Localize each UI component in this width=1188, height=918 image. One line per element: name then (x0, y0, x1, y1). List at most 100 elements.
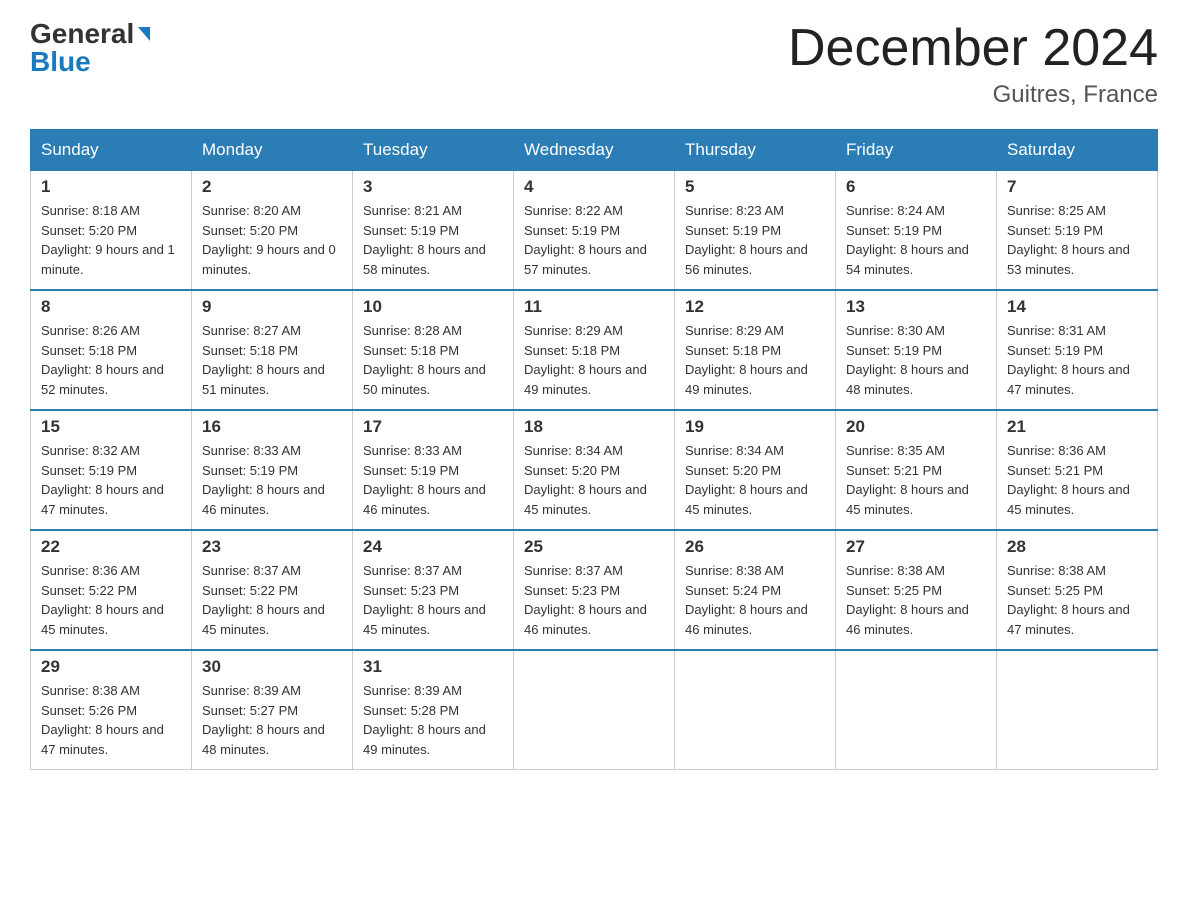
day-number: 31 (363, 657, 503, 677)
day-number: 1 (41, 177, 181, 197)
calendar-header: SundayMondayTuesdayWednesdayThursdayFrid… (31, 130, 1158, 171)
day-info: Sunrise: 8:22 AMSunset: 5:19 PMDaylight:… (524, 201, 664, 279)
day-number: 8 (41, 297, 181, 317)
calendar-cell: 6Sunrise: 8:24 AMSunset: 5:19 PMDaylight… (836, 171, 997, 291)
calendar-cell: 19 Sunrise: 8:34 AMSunset: 5:20 PMDayligh… (675, 410, 836, 530)
calendar-cell (514, 650, 675, 770)
day-info: Sunrise: 8:37 AMSunset: 5:23 PMDaylight:… (363, 561, 503, 639)
day-info: Sunrise: 8:39 AMSunset: 5:27 PMDaylight:… (202, 681, 342, 759)
day-number: 14 (1007, 297, 1147, 317)
day-number: 29 (41, 657, 181, 677)
day-info: Sunrise: 8:37 AMSunset: 5:22 PMDaylight:… (202, 561, 342, 639)
calendar-cell: 14Sunrise: 8:31 AMSunset: 5:19 PMDayligh… (997, 290, 1158, 410)
calendar-cell: 27Sunrise: 8:38 AMSunset: 5:25 PMDayligh… (836, 530, 997, 650)
calendar-cell (675, 650, 836, 770)
calendar-cell: 7 Sunrise: 8:25 AMSunset: 5:19 PMDaylight… (997, 171, 1158, 291)
day-number: 3 (363, 177, 503, 197)
logo-general-text: General (30, 20, 134, 48)
calendar-cell: 31 Sunrise: 8:39 AMSunset: 5:28 PMDayligh… (353, 650, 514, 770)
calendar-cell: 18 Sunrise: 8:34 AMSunset: 5:20 PMDayligh… (514, 410, 675, 530)
day-info: Sunrise: 8:33 AMSunset: 5:19 PMDaylight:… (363, 441, 503, 519)
day-info: Sunrise: 8:36 AMSunset: 5:21 PMDaylight:… (1007, 441, 1147, 519)
day-number: 25 (524, 537, 664, 557)
page-header: General Blue December 2024 Guitres, Fran… (30, 20, 1158, 109)
day-info: Sunrise: 8:28 AMSunset: 5:18 PMDaylight:… (363, 321, 503, 399)
day-info: Sunrise: 8:34 AMSunset: 5:20 PMDaylight:… (685, 441, 825, 519)
calendar-location: Guitres, France (788, 81, 1158, 109)
calendar-cell: 15 Sunrise: 8:32 AMSunset: 5:19 PMDayligh… (31, 410, 192, 530)
calendar-week-4: 22Sunrise: 8:36 AMSunset: 5:22 PMDayligh… (31, 530, 1158, 650)
day-number: 19 (685, 417, 825, 437)
calendar-cell (836, 650, 997, 770)
calendar-week-1: 1Sunrise: 8:18 AMSunset: 5:20 PMDaylight… (31, 171, 1158, 291)
day-number: 23 (202, 537, 342, 557)
weekday-header-row: SundayMondayTuesdayWednesdayThursdayFrid… (31, 130, 1158, 171)
day-info: Sunrise: 8:32 AMSunset: 5:19 PMDaylight:… (41, 441, 181, 519)
calendar-cell: 12 Sunrise: 8:29 AMSunset: 5:18 PMDayligh… (675, 290, 836, 410)
day-number: 17 (363, 417, 503, 437)
day-number: 6 (846, 177, 986, 197)
day-number: 20 (846, 417, 986, 437)
day-number: 7 (1007, 177, 1147, 197)
day-number: 12 (685, 297, 825, 317)
day-info: Sunrise: 8:38 AMSunset: 5:26 PMDaylight:… (41, 681, 181, 759)
logo-arrow-icon (138, 27, 150, 41)
day-number: 4 (524, 177, 664, 197)
weekday-header-tuesday: Tuesday (353, 130, 514, 171)
calendar-week-5: 29 Sunrise: 8:38 AMSunset: 5:26 PMDayligh… (31, 650, 1158, 770)
day-info: Sunrise: 8:38 AMSunset: 5:24 PMDaylight:… (685, 561, 825, 639)
day-info: Sunrise: 8:21 AMSunset: 5:19 PMDaylight:… (363, 201, 503, 279)
weekday-header-wednesday: Wednesday (514, 130, 675, 171)
day-info: Sunrise: 8:29 AMSunset: 5:18 PMDaylight:… (524, 321, 664, 399)
calendar-cell: 25 Sunrise: 8:37 AMSunset: 5:23 PMDayligh… (514, 530, 675, 650)
day-number: 9 (202, 297, 342, 317)
calendar-cell: 17 Sunrise: 8:33 AMSunset: 5:19 PMDayligh… (353, 410, 514, 530)
day-info: Sunrise: 8:25 AMSunset: 5:19 PMDaylight:… (1007, 201, 1147, 279)
calendar-cell: 20 Sunrise: 8:35 AMSunset: 5:21 PMDayligh… (836, 410, 997, 530)
calendar-cell: 2Sunrise: 8:20 AMSunset: 5:20 PMDaylight… (192, 171, 353, 291)
logo-blue-text: Blue (30, 48, 91, 76)
weekday-header-thursday: Thursday (675, 130, 836, 171)
day-info: Sunrise: 8:38 AMSunset: 5:25 PMDaylight:… (1007, 561, 1147, 639)
day-info: Sunrise: 8:34 AMSunset: 5:20 PMDaylight:… (524, 441, 664, 519)
weekday-header-saturday: Saturday (997, 130, 1158, 171)
logo: General Blue (30, 20, 150, 76)
day-number: 16 (202, 417, 342, 437)
calendar-cell: 28Sunrise: 8:38 AMSunset: 5:25 PMDayligh… (997, 530, 1158, 650)
day-info: Sunrise: 8:23 AMSunset: 5:19 PMDaylight:… (685, 201, 825, 279)
calendar-cell: 23 Sunrise: 8:37 AMSunset: 5:22 PMDayligh… (192, 530, 353, 650)
weekday-header-monday: Monday (192, 130, 353, 171)
calendar-cell: 11Sunrise: 8:29 AMSunset: 5:18 PMDayligh… (514, 290, 675, 410)
day-number: 26 (685, 537, 825, 557)
day-number: 24 (363, 537, 503, 557)
calendar-cell: 30Sunrise: 8:39 AMSunset: 5:27 PMDayligh… (192, 650, 353, 770)
calendar-body: 1Sunrise: 8:18 AMSunset: 5:20 PMDaylight… (31, 171, 1158, 770)
calendar-cell: 29 Sunrise: 8:38 AMSunset: 5:26 PMDayligh… (31, 650, 192, 770)
calendar-cell: 13Sunrise: 8:30 AMSunset: 5:19 PMDayligh… (836, 290, 997, 410)
calendar-title: December 2024 (788, 20, 1158, 77)
day-number: 27 (846, 537, 986, 557)
calendar-cell: 24 Sunrise: 8:37 AMSunset: 5:23 PMDayligh… (353, 530, 514, 650)
day-info: Sunrise: 8:29 AMSunset: 5:18 PMDaylight:… (685, 321, 825, 399)
day-info: Sunrise: 8:35 AMSunset: 5:21 PMDaylight:… (846, 441, 986, 519)
day-info: Sunrise: 8:33 AMSunset: 5:19 PMDaylight:… (202, 441, 342, 519)
calendar-table: SundayMondayTuesdayWednesdayThursdayFrid… (30, 129, 1158, 770)
day-info: Sunrise: 8:26 AMSunset: 5:18 PMDaylight:… (41, 321, 181, 399)
day-number: 2 (202, 177, 342, 197)
title-block: December 2024 Guitres, France (788, 20, 1158, 109)
day-number: 13 (846, 297, 986, 317)
day-number: 15 (41, 417, 181, 437)
calendar-cell: 9Sunrise: 8:27 AMSunset: 5:18 PMDaylight… (192, 290, 353, 410)
weekday-header-friday: Friday (836, 130, 997, 171)
day-number: 21 (1007, 417, 1147, 437)
day-info: Sunrise: 8:37 AMSunset: 5:23 PMDaylight:… (524, 561, 664, 639)
day-number: 10 (363, 297, 503, 317)
calendar-cell: 5Sunrise: 8:23 AMSunset: 5:19 PMDaylight… (675, 171, 836, 291)
calendar-cell: 3 Sunrise: 8:21 AMSunset: 5:19 PMDaylight… (353, 171, 514, 291)
calendar-cell: 16 Sunrise: 8:33 AMSunset: 5:19 PMDayligh… (192, 410, 353, 530)
calendar-cell: 22Sunrise: 8:36 AMSunset: 5:22 PMDayligh… (31, 530, 192, 650)
calendar-cell: 4 Sunrise: 8:22 AMSunset: 5:19 PMDaylight… (514, 171, 675, 291)
calendar-cell (997, 650, 1158, 770)
day-number: 18 (524, 417, 664, 437)
day-info: Sunrise: 8:39 AMSunset: 5:28 PMDaylight:… (363, 681, 503, 759)
